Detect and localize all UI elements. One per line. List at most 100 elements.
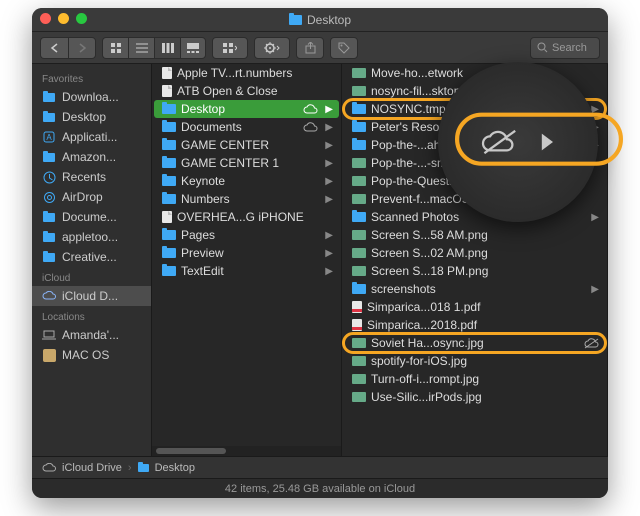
file-row[interactable]: Apple TV...rt.numbers — [154, 64, 339, 82]
file-icon — [162, 85, 172, 97]
sidebar-item-label: Applicati... — [62, 130, 117, 144]
file-row[interactable]: Preview▶ — [154, 244, 339, 262]
icon-view-button[interactable] — [102, 37, 128, 59]
file-name: screenshots — [371, 282, 584, 296]
file-row[interactable]: Numbers▶ — [154, 190, 339, 208]
file-name: Pop-the-...-small.jpg — [371, 156, 599, 170]
file-row[interactable]: Soviet Ha...osync.jpg — [344, 334, 605, 352]
file-row[interactable]: ATB Open & Close — [154, 82, 339, 100]
gallery-view-button[interactable] — [180, 37, 206, 59]
file-row[interactable]: Pages▶ — [154, 226, 339, 244]
img-icon — [352, 86, 366, 96]
file-row[interactable]: Turn-off-i...rompt.jpg — [344, 370, 605, 388]
file-row[interactable]: Use-Silic...irPods.jpg — [344, 388, 605, 406]
cloud-icon — [303, 122, 318, 133]
sidebar-section-title: Favorites — [32, 68, 151, 87]
window-title: Desktop — [307, 13, 351, 27]
chevron-right-icon: ▶ — [325, 248, 333, 259]
file-row[interactable]: Pop-the-Question.jpg — [344, 172, 605, 190]
file-row[interactable]: Move-ho...etwork — [344, 64, 605, 82]
folder-icon — [42, 111, 56, 123]
sidebar-section-title: iCloud — [32, 267, 151, 286]
cloud-icon — [42, 290, 56, 302]
sidebar-item[interactable]: Desktop — [32, 107, 151, 127]
sidebar-item[interactable]: Recents — [32, 167, 151, 187]
tags-button[interactable] — [330, 37, 358, 59]
file-row[interactable]: Desktop ▶ — [154, 100, 339, 118]
chevron-right-icon: ▶ — [325, 140, 333, 151]
file-name: Apple TV...rt.numbers — [177, 66, 333, 80]
file-row[interactable]: Simparica...2018.pdf — [344, 316, 605, 334]
sidebar-item[interactable]: Docume... — [32, 207, 151, 227]
sidebar-item[interactable]: Downloa... — [32, 87, 151, 107]
file-row[interactable]: Pop-the-...-small.jpg — [344, 154, 605, 172]
horizontal-scrollbar[interactable] — [152, 446, 341, 456]
sidebar-item-label: Desktop — [62, 110, 106, 124]
chevron-right-icon: ▶ — [325, 230, 333, 241]
sidebar-item[interactable]: AApplicati... — [32, 127, 151, 147]
file-name: Screen S...02 AM.png — [371, 246, 599, 260]
arrange-button[interactable] — [212, 37, 248, 59]
file-row[interactable]: OVERHEA...G iPHONE — [154, 208, 339, 226]
file-row[interactable]: Prevent-f...macOS.jpg — [344, 190, 605, 208]
file-name: Use-Silic...irPods.jpg — [371, 390, 599, 404]
column-view-button[interactable] — [154, 37, 180, 59]
file-row[interactable]: Peter's Resource▶ — [344, 118, 605, 136]
sidebar-item-label: Amanda'... — [62, 328, 119, 342]
img-icon — [352, 392, 366, 402]
search-field[interactable]: Search — [530, 37, 600, 59]
path-bar[interactable]: iCloud Drive › Desktop — [32, 456, 608, 478]
file-row[interactable]: Pop-the-...ahjong▶ — [344, 136, 605, 154]
sidebar-item[interactable]: Amanda'... — [32, 325, 151, 345]
path-seg-1[interactable]: iCloud Drive — [62, 462, 122, 474]
file-row[interactable]: screenshots▶ — [344, 280, 605, 298]
folder-icon — [162, 140, 176, 150]
sidebar-item[interactable]: appletoo... — [32, 227, 151, 247]
share-button[interactable] — [296, 37, 324, 59]
folder-icon — [162, 266, 176, 276]
file-row[interactable]: Screen S...02 AM.png — [344, 244, 605, 262]
column-1[interactable]: Apple TV...rt.numbersATB Open & CloseDes… — [152, 64, 342, 456]
nav-buttons — [40, 37, 96, 59]
file-row[interactable]: Scanned Photos▶ — [344, 208, 605, 226]
forward-button[interactable] — [68, 37, 96, 59]
file-row[interactable]: nosync-fil...sktop.jpg — [344, 82, 605, 100]
column-2[interactable]: Move-ho...etworknosync-fil...sktop.jpgNO… — [342, 64, 608, 456]
file-row[interactable]: spotify-for-iOS.jpg — [344, 352, 605, 370]
folder-icon — [42, 231, 56, 243]
file-row[interactable]: TextEdit▶ — [154, 262, 339, 280]
file-row[interactable]: NOSYNC.tmp▶ — [344, 100, 605, 118]
sidebar-item[interactable]: AirDrop — [32, 187, 151, 207]
file-row[interactable]: GAME CENTER 1▶ — [154, 154, 339, 172]
file-row[interactable]: Screen S...58 AM.png — [344, 226, 605, 244]
sidebar-item[interactable]: Creative... — [32, 247, 151, 267]
minimize-button[interactable] — [58, 13, 69, 24]
file-name: Peter's Resource — [371, 120, 584, 134]
file-row[interactable]: GAME CENTER▶ — [154, 136, 339, 154]
close-button[interactable] — [40, 13, 51, 24]
folder-icon — [352, 284, 366, 294]
file-icon — [162, 67, 172, 79]
list-view-button[interactable] — [128, 37, 154, 59]
path-seg-2[interactable]: Desktop — [155, 462, 195, 474]
view-switcher — [102, 37, 206, 59]
action-button[interactable] — [254, 37, 290, 59]
chevron-right-icon: ▶ — [325, 104, 333, 115]
back-button[interactable] — [40, 37, 68, 59]
file-row[interactable]: Screen S...18 PM.png — [344, 262, 605, 280]
zoom-button[interactable] — [76, 13, 87, 24]
file-name: Turn-off-i...rompt.jpg — [371, 372, 599, 386]
sidebar-item[interactable]: iCloud D... — [32, 286, 151, 306]
chevron-right-icon: ▶ — [325, 122, 333, 133]
disk-icon — [42, 349, 56, 361]
sidebar-item[interactable]: Amazon... — [32, 147, 151, 167]
file-name: Simparica...2018.pdf — [367, 318, 599, 332]
sidebar[interactable]: FavoritesDownloa...DesktopAApplicati...A… — [32, 64, 152, 456]
sidebar-item[interactable]: MAC OS — [32, 345, 151, 365]
folder-icon — [162, 194, 176, 204]
finder-window: Desktop Search FavoritesDownloa...Deskto… — [32, 8, 608, 498]
file-row[interactable]: Keynote▶ — [154, 172, 339, 190]
file-row[interactable]: Documents▶ — [154, 118, 339, 136]
file-row[interactable]: Simparica...018 1.pdf — [344, 298, 605, 316]
file-name: Desktop — [181, 102, 298, 116]
